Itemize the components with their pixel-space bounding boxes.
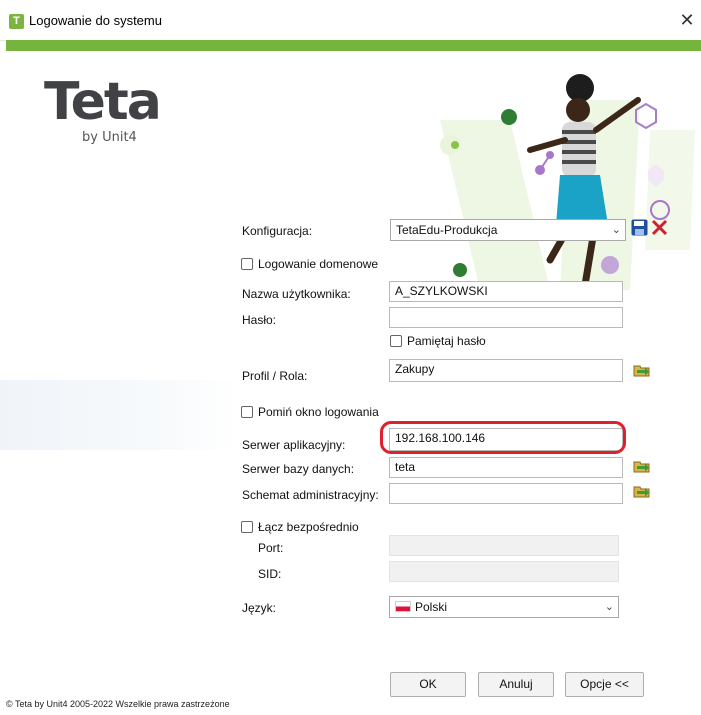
profile-label: Profil / Rola:: [242, 369, 308, 383]
options-button[interactable]: Opcje <<: [565, 672, 644, 697]
copyright-notice: © Teta by Unit4 2005-2022 Wszelkie prawa…: [6, 699, 230, 709]
profile-input[interactable]: Zakupy: [389, 359, 623, 382]
app-icon: T: [9, 14, 24, 29]
app-server-label: Serwer aplikacyjny:: [242, 438, 346, 452]
password-input[interactable]: [389, 307, 623, 328]
domain-login-label: Logowanie domenowe: [258, 257, 379, 271]
folder-lookup-icon[interactable]: [633, 362, 651, 378]
port-label: Port:: [258, 541, 284, 555]
language-label: Język:: [242, 601, 277, 615]
background-watermark: [0, 380, 240, 450]
hero-illustration: [440, 74, 695, 290]
sid-input[interactable]: [389, 561, 619, 582]
port-input[interactable]: [389, 535, 619, 556]
username-label: Nazwa użytkownika:: [242, 287, 351, 301]
language-value: Polski: [415, 600, 448, 614]
language-select[interactable]: Polski ⌄: [389, 596, 619, 618]
folder-lookup-icon[interactable]: [633, 483, 651, 499]
admin-schema-label: Schemat administracyjny:: [242, 488, 379, 502]
configuration-select[interactable]: TetaEdu-Produkcja ⌄: [390, 219, 626, 241]
chevron-down-icon: ⌄: [611, 224, 621, 236]
folder-lookup-icon[interactable]: [633, 458, 651, 474]
save-icon[interactable]: [631, 219, 648, 236]
chevron-down-icon: ⌄: [604, 601, 614, 613]
ok-button[interactable]: OK: [390, 672, 466, 697]
domain-login-checkbox[interactable]: [241, 258, 253, 270]
delete-icon[interactable]: [651, 219, 668, 236]
teta-logo-subtitle: by Unit4: [82, 130, 137, 145]
remember-password-checkbox[interactable]: [390, 335, 402, 347]
close-icon[interactable]: ✕: [676, 9, 698, 31]
skip-login-window-label: Pomiń okno logowania: [258, 405, 379, 419]
accent-bar: [6, 40, 701, 51]
red-highlight-annotation: [380, 421, 626, 454]
cancel-button[interactable]: Anuluj: [478, 672, 554, 697]
configuration-value: TetaEdu-Produkcja: [396, 223, 498, 237]
sid-label: SID:: [258, 567, 282, 581]
password-label: Hasło:: [242, 313, 277, 327]
skip-login-window-checkbox[interactable]: [241, 406, 253, 418]
direct-connect-checkbox[interactable]: [241, 521, 253, 533]
configuration-label: Konfiguracja:: [242, 224, 313, 238]
poland-flag-icon: [395, 601, 411, 612]
admin-schema-input[interactable]: [389, 483, 623, 504]
remember-password-label: Pamiętaj hasło: [407, 334, 486, 348]
direct-connect-label: Łącz bezpośrednio: [258, 520, 359, 534]
teta-logo: Teta: [44, 72, 162, 132]
username-input[interactable]: A_SZYLKOWSKI: [389, 281, 623, 302]
db-server-input[interactable]: teta: [389, 457, 623, 478]
window-title: Logowanie do systemu: [29, 13, 162, 28]
db-server-label: Serwer bazy danych:: [242, 462, 355, 476]
